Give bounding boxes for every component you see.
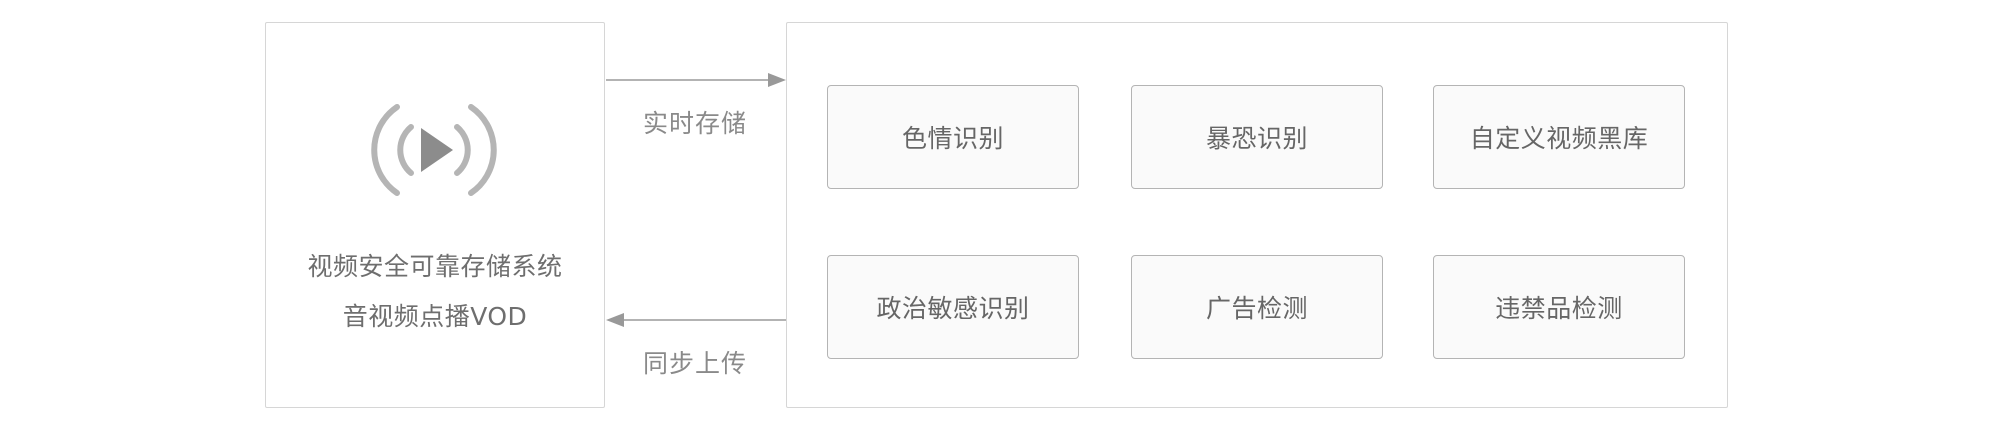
feature-box-custom-blacklist: 自定义视频黑库: [1433, 85, 1685, 189]
content-moderation-panel: 色情识别 暴恐识别 自定义视频黑库 政治敏感识别 广告检测 违禁品检测: [786, 22, 1728, 408]
vod-storage-panel: 视频安全可靠存储系统 音视频点播VOD: [265, 22, 605, 408]
sync-arrow-head: [606, 313, 624, 327]
feature-box-terror-detection: 暴恐识别: [1131, 85, 1383, 189]
source-title-line-1: 视频安全可靠存储系统: [307, 252, 563, 281]
feature-box-ad-detection: 广告检测: [1131, 255, 1383, 359]
play-broadcast-icon: [371, 104, 497, 196]
feature-box-porn-detection: 色情识别: [827, 85, 1079, 189]
feature-box-political-detection: 政治敏感识别: [827, 255, 1079, 359]
feature-box-contraband-detection: 违禁品检测: [1433, 255, 1685, 359]
source-title-line-2: 音视频点播VOD: [342, 302, 528, 331]
upload-label: 实时存储: [642, 109, 747, 138]
upload-arrow-head: [768, 73, 786, 87]
sync-label: 同步上传: [642, 349, 747, 378]
